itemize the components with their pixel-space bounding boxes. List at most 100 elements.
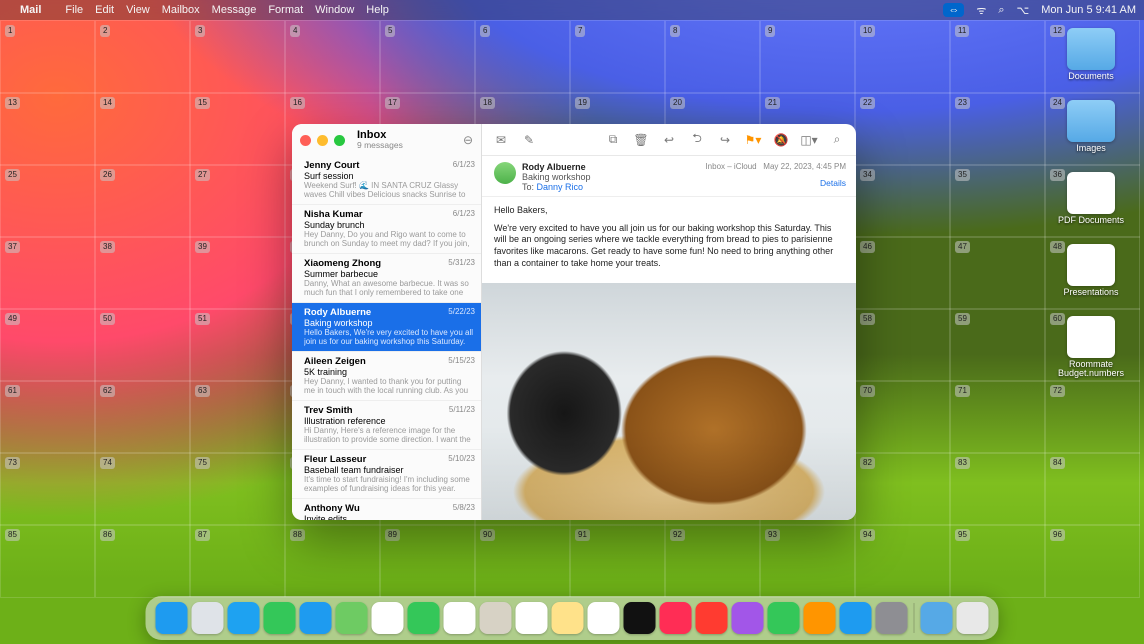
dock-app-pages[interactable] [804,602,836,634]
grid-cell-number: 14 [100,97,115,109]
window-zoom-button[interactable] [334,135,345,146]
message-from: Nisha Kumar [304,209,473,220]
dock-app-facetime[interactable] [408,602,440,634]
grid-cell-number: 86 [100,529,115,541]
dock-app-launchpad[interactable] [192,602,224,634]
dock-app-downloads[interactable] [921,602,953,634]
menu-edit[interactable]: Edit [95,4,114,16]
grid-cell: 49 [0,308,95,382]
message-subject: Surf session [304,171,354,181]
menu-message[interactable]: Message [212,4,257,16]
message-row[interactable]: 6/1/23Nisha KumarSunday brunchHey Danny,… [292,205,481,254]
grid-cell-number: 96 [1050,529,1065,541]
reply-all-icon[interactable]: ⮌ [688,131,706,149]
menu-window[interactable]: Window [315,4,354,16]
grid-cell-number: 94 [860,529,875,541]
message-row[interactable]: 5/8/23Anthony WuInvite editsHey Danny, W… [292,499,481,520]
grid-cell-number: 71 [955,385,970,397]
trash-icon[interactable]: 🗑 [632,131,650,149]
app-name[interactable]: Mail [20,4,41,16]
dock-app-notes[interactable] [552,602,584,634]
mail-titlebar: Inbox 9 messages ⊖ [292,124,481,156]
dock-app-tv[interactable] [624,602,656,634]
message-row[interactable]: 5/11/23Trev SmithIllustration referenceH… [292,401,481,450]
menu-file[interactable]: File [65,4,83,16]
message-row[interactable]: 5/15/23Aileen Zeigen5K trainingHey Danny… [292,352,481,401]
grid-cell: 47 [950,236,1045,310]
menu-view[interactable]: View [126,4,150,16]
forward-icon[interactable]: ↪ [716,131,734,149]
grid-cell-number: 50 [100,313,115,325]
message-paragraph: We're very excited to have you all join … [494,223,844,270]
menu-mailbox[interactable]: Mailbox [162,4,200,16]
grid-cell-number: 62 [100,385,115,397]
message-row[interactable]: 6/1/23Jenny CourtSurf sessionWeekend Sur… [292,156,481,205]
grid-cell-number: 59 [955,313,970,325]
grid-cell-number: 51 [195,313,210,325]
wifi-icon[interactable]: ᯤ [976,3,986,18]
dock-app-reminders[interactable] [516,602,548,634]
grid-cell: 10 [855,20,950,94]
message-preview: Hey Danny, I wanted to thank you for put… [304,377,473,395]
grid-cell: 5 [380,20,475,94]
message-list[interactable]: 6/1/23Jenny CourtSurf sessionWeekend Sur… [292,156,481,520]
spotlight-icon[interactable]: ⌕ [998,4,1004,17]
mute-icon[interactable]: 🔕 [772,131,790,149]
compose-icon[interactable]: ✎ [520,131,538,149]
dock-app-news[interactable] [696,602,728,634]
message-body: Hello Bakers, We're very excited to have … [482,197,856,283]
window-close-button[interactable] [300,135,311,146]
grid-cell-number: 93 [765,529,780,541]
search-icon[interactable]: ⌕ [828,131,846,149]
reply-icon[interactable]: ↩ [660,131,678,149]
dock-app-safari[interactable] [228,602,260,634]
control-center-icon[interactable]: ⌥ [1017,4,1030,17]
dock-app-freeform[interactable] [588,602,620,634]
grid-cell-number: 9 [765,25,775,37]
menu-format[interactable]: Format [268,4,303,16]
mail-message-list-pane: Inbox 9 messages ⊖ 6/1/23Jenny CourtSurf… [292,124,482,520]
dock-app-system-settings[interactable] [876,602,908,634]
dock-app-numbers[interactable] [768,602,800,634]
dock-app-finder[interactable] [156,602,188,634]
grid-cell: 62 [95,380,190,454]
message-attachment-image[interactable] [482,283,856,520]
message-row[interactable]: 5/10/23Fleur LasseurBaseball team fundra… [292,450,481,499]
grid-cell: 4 [285,20,380,94]
screen-share-icon[interactable]: ⇔ [943,3,964,17]
dock-app-messages[interactable] [264,602,296,634]
dock-app-music[interactable] [660,602,692,634]
dock-app-trash[interactable] [957,602,989,634]
window-minimize-button[interactable] [317,135,328,146]
menu-help[interactable]: Help [366,4,389,16]
dock-app-mail[interactable] [300,602,332,634]
dock-app-contacts[interactable] [480,602,512,634]
grid-cell-number: 16 [290,97,305,109]
message-row[interactable]: 5/31/23Xiaomeng ZhongSummer barbecueDann… [292,254,481,303]
message-paragraph: Hello Bakers, [494,205,844,217]
message-subject: Illustration reference [304,416,386,426]
dock-app-calendar[interactable] [444,602,476,634]
filter-icon[interactable]: ⊖ [463,133,473,147]
envelope-icon[interactable]: ✉ [492,131,510,149]
grid-cell-number: 2 [100,25,110,37]
archive-icon[interactable]: ⧉ [604,131,622,149]
dock-app-photos[interactable] [372,602,404,634]
message-row[interactable]: 5/22/23Rody AlbuerneBaking workshopHello… [292,303,481,352]
grid-cell: 11 [950,20,1045,94]
grid-cell: 27 [190,164,285,238]
grid-cell: 58 [855,308,950,382]
grid-cell: 90 [475,524,570,598]
dock-app-podcasts[interactable] [732,602,764,634]
grid-cell-number: 7 [575,25,585,37]
sidebar-icon[interactable]: ◫▾ [800,131,818,149]
sender-avatar[interactable] [494,162,516,184]
dock-app-app-store[interactable] [840,602,872,634]
message-subject: Summer barbecue [304,269,378,279]
grid-cell: 95 [950,524,1045,598]
clock[interactable]: Mon Jun 5 9:41 AM [1041,4,1136,16]
grid-cell: 91 [570,524,665,598]
dock-app-maps[interactable] [336,602,368,634]
details-link[interactable]: Details [820,178,846,188]
flag-icon[interactable]: ⚑▾ [744,131,762,149]
